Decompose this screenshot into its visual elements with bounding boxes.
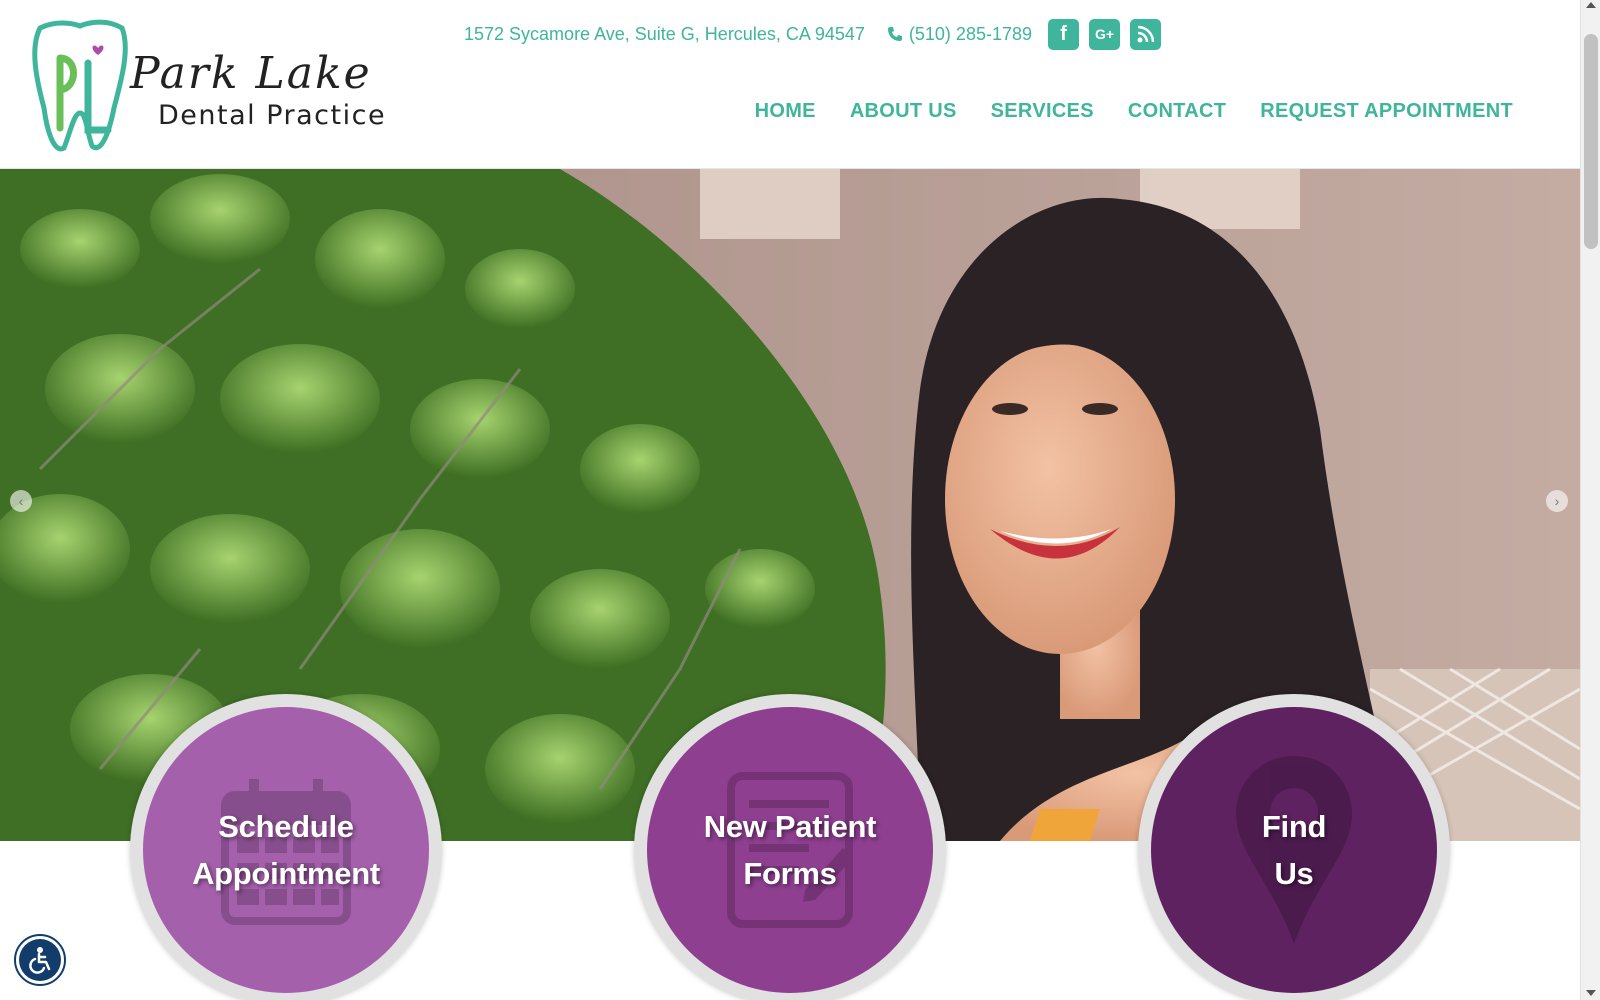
- nav-about-us[interactable]: ABOUT US: [850, 100, 957, 123]
- facebook-icon[interactable]: f: [1048, 18, 1079, 50]
- scroll-up-arrow[interactable]: [1586, 2, 1596, 8]
- cta-label: Schedule Appointment: [192, 803, 380, 897]
- site-header: Park Lake Dental Practice 1572 Sycamore …: [0, 0, 1580, 169]
- new-patient-forms-button[interactable]: New Patient Forms: [634, 694, 946, 1000]
- cta-label-line2: Forms: [743, 856, 837, 891]
- slider-next-button[interactable]: ›: [1546, 490, 1568, 512]
- nav-request-appointment[interactable]: REQUEST APPOINTMENT: [1260, 100, 1513, 123]
- phone-icon: [887, 27, 902, 41]
- accessibility-button[interactable]: [14, 934, 66, 986]
- scroll-down-arrow[interactable]: [1586, 990, 1596, 996]
- page-scrollbar[interactable]: [1580, 0, 1600, 1000]
- logo-subtitle: Dental Practice: [158, 100, 387, 131]
- cta-circle: Find Us: [1151, 707, 1437, 993]
- cta-label-line1: New Patient: [703, 809, 877, 844]
- cta-label-line1: Find: [1261, 809, 1327, 844]
- rss-icon[interactable]: [1130, 18, 1161, 50]
- slider-prev-button[interactable]: ‹: [10, 490, 32, 512]
- cta-circle: New Patient Forms: [647, 707, 933, 993]
- chevron-left-icon: ‹: [18, 493, 24, 509]
- nav-services[interactable]: SERVICES: [991, 100, 1094, 123]
- nav-home[interactable]: HOME: [755, 100, 816, 123]
- main-nav: HOME ABOUT US SERVICES CONTACT REQUEST A…: [755, 100, 1513, 123]
- cta-label-line2: Appointment: [192, 856, 380, 891]
- find-us-button[interactable]: Find Us: [1138, 694, 1450, 1000]
- phone-number: (510) 285-1789: [908, 23, 1032, 44]
- site-logo[interactable]: Park Lake Dental Practice: [30, 18, 420, 158]
- tooth-logo-icon: [32, 19, 128, 152]
- cta-label-line2: Us: [1274, 856, 1314, 891]
- contact-bar: 1572 Sycamore Ave, Suite G, Hercules, CA…: [464, 14, 1161, 54]
- social-links: f G+: [1048, 18, 1161, 50]
- cta-label: New Patient Forms: [703, 803, 877, 897]
- phone-link[interactable]: (510) 285-1789: [887, 24, 1032, 45]
- chevron-right-icon: ›: [1554, 493, 1560, 509]
- address-text: 1572 Sycamore Ave, Suite G, Hercules, CA…: [464, 23, 865, 44]
- google-plus-icon[interactable]: G+: [1089, 18, 1120, 50]
- logo-name: Park Lake: [130, 48, 372, 99]
- cta-label-line1: Schedule: [218, 809, 354, 844]
- schedule-appointment-button[interactable]: Schedule Appointment: [130, 694, 442, 1000]
- wheelchair-icon: [29, 947, 51, 974]
- scroll-thumb[interactable]: [1584, 34, 1598, 249]
- cta-label: Find Us: [1261, 803, 1327, 897]
- accessibility-badge: [19, 939, 61, 981]
- nav-contact[interactable]: CONTACT: [1128, 100, 1226, 123]
- cta-circle: Schedule Appointment: [143, 707, 429, 993]
